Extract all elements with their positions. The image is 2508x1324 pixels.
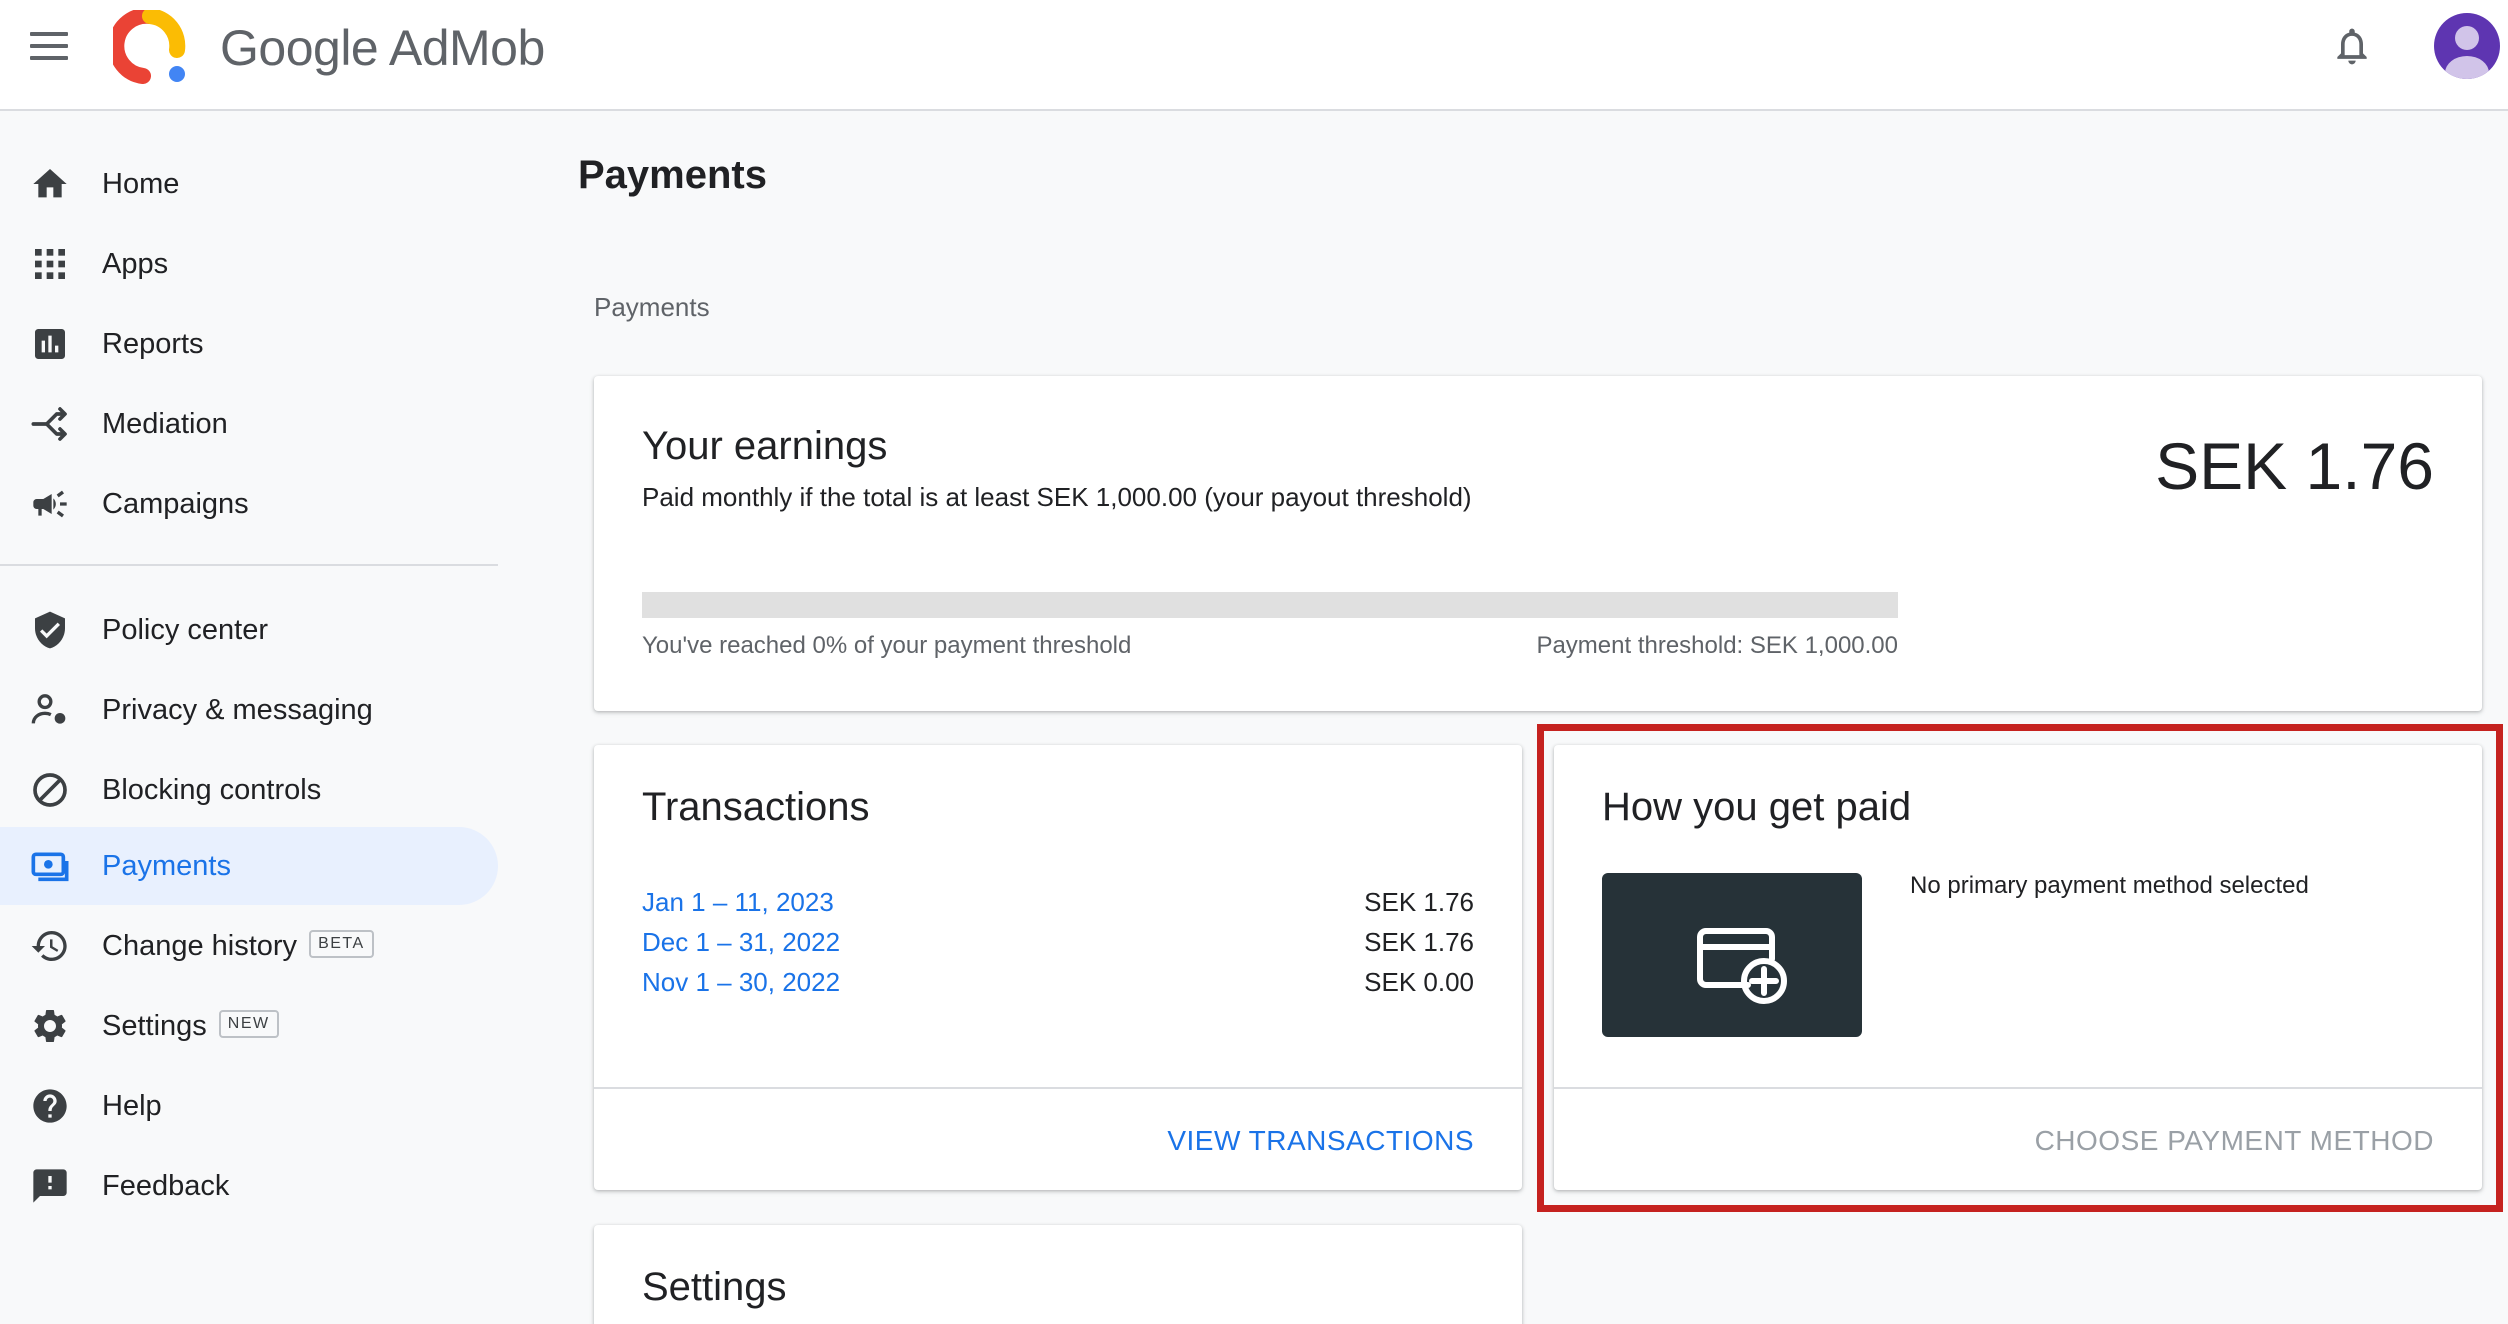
gear-icon — [34, 1010, 66, 1042]
page-title: Payments — [578, 153, 767, 197]
sidebar-item-label: Change history BETA — [102, 907, 374, 985]
transactions-title: Transactions — [642, 785, 870, 829]
sidebar-item-label: Campaigns — [102, 488, 249, 520]
sidebar-item-label: Blocking controls — [102, 774, 322, 806]
sidebar-item-apps[interactable]: Apps — [0, 225, 498, 303]
sidebar-item-campaigns[interactable]: Campaigns — [0, 465, 498, 543]
threshold-progress-text: You've reached 0% of your payment thresh… — [642, 632, 1132, 659]
earnings-title: Your earnings — [642, 424, 888, 468]
payment-method-title: How you get paid — [1602, 785, 1912, 829]
history-icon — [31, 931, 67, 961]
sidebar-item-label: Feedback — [102, 1170, 230, 1202]
payments-icon — [31, 852, 69, 882]
help-icon — [33, 1089, 67, 1123]
new-badge: NEW — [218, 1010, 279, 1039]
sidebar-item-label: Settings NEW — [102, 987, 279, 1065]
notifications-bell-icon[interactable] — [2330, 22, 2374, 70]
feedback-icon — [33, 1169, 67, 1203]
sidebar-item-label: Mediation — [102, 408, 228, 440]
megaphone-icon — [33, 490, 67, 518]
sidebar-item-feedback[interactable]: Feedback — [0, 1147, 498, 1225]
sidebar-item-policy-center[interactable]: Policy center — [0, 591, 498, 669]
sidebar-item-label: Reports — [102, 328, 204, 360]
transaction-row: Dec 1 – 31, 2022 SEK 1.76 — [642, 922, 1474, 962]
shield-check-icon — [35, 611, 65, 649]
sidebar-item-payments[interactable]: Payments — [0, 827, 498, 905]
sidebar-item-label: Apps — [102, 248, 169, 280]
add-payment-method-tile[interactable] — [1602, 873, 1862, 1037]
admob-logo-icon — [113, 10, 186, 84]
earnings-description: Paid monthly if the total is at least SE… — [642, 482, 1472, 512]
sidebar-item-label: Policy center — [102, 614, 269, 646]
add-card-icon — [1697, 928, 1787, 1004]
sidebar-item-privacy-messaging[interactable]: Privacy & messaging — [0, 671, 498, 749]
menu-icon[interactable] — [28, 30, 72, 62]
transaction-amount: SEK 0.00 — [1364, 967, 1474, 997]
settings-card: Settings — [594, 1225, 1522, 1324]
bar-chart-icon — [35, 329, 65, 359]
earnings-card: Your earnings Paid monthly if the total … — [594, 376, 2482, 711]
top-app-bar: Google AdMob — [0, 0, 2508, 111]
brand-name: Google AdMob — [220, 20, 545, 76]
transaction-period-link[interactable]: Dec 1 – 31, 2022 — [642, 922, 840, 962]
sidebar-item-label: Home — [102, 168, 180, 200]
sidebar-item-blocking-controls[interactable]: Blocking controls — [0, 751, 498, 829]
sidebar-item-reports[interactable]: Reports — [0, 305, 498, 383]
apps-grid-icon — [35, 249, 65, 279]
block-icon — [33, 773, 67, 807]
transaction-period-link[interactable]: Jan 1 – 11, 2023 — [642, 882, 834, 922]
sidebar-item-help[interactable]: Help — [0, 1067, 498, 1145]
transaction-period-link[interactable]: Nov 1 – 30, 2022 — [642, 962, 840, 1002]
sidebar-item-home[interactable]: Home — [0, 145, 498, 223]
beta-badge: BETA — [309, 930, 374, 959]
transaction-amount: SEK 1.76 — [1364, 927, 1474, 957]
sidebar-item-label: Help — [102, 1090, 162, 1122]
transactions-card: Transactions Jan 1 – 11, 2023 SEK 1.76 D… — [594, 745, 1522, 1190]
sidebar-item-label: Privacy & messaging — [102, 694, 373, 726]
mediation-icon — [31, 407, 67, 441]
payment-method-card: How you get paid No primary payment meth… — [1554, 745, 2482, 1190]
card-divider — [594, 1087, 1522, 1089]
person-settings-icon — [31, 694, 66, 724]
threshold-progress-bar — [642, 592, 1898, 618]
account-avatar[interactable] — [2434, 13, 2500, 79]
card-divider — [1554, 1087, 2482, 1089]
choose-payment-method-button[interactable]: CHOOSE PAYMENT METHOD — [2035, 1121, 2434, 1161]
payment-method-status: No primary payment method selected — [1910, 872, 2309, 899]
sidebar-item-change-history[interactable]: Change history BETA — [0, 907, 498, 985]
transaction-row: Nov 1 – 30, 2022 SEK 0.00 — [642, 962, 1474, 1002]
sidebar-item-label: Payments — [102, 850, 231, 882]
payment-threshold-text: Payment threshold: SEK 1,000.00 — [1536, 632, 1898, 659]
transaction-row: Jan 1 – 11, 2023 SEK 1.76 — [642, 882, 1474, 922]
settings-card-title: Settings — [642, 1265, 787, 1309]
breadcrumb: Payments — [594, 292, 710, 322]
sidebar-item-mediation[interactable]: Mediation — [0, 385, 498, 463]
sidebar-divider — [0, 564, 498, 566]
transaction-amount: SEK 1.76 — [1364, 887, 1474, 917]
home-icon — [33, 169, 67, 198]
sidebar-item-settings[interactable]: Settings NEW — [0, 987, 498, 1065]
view-transactions-button[interactable]: VIEW TRANSACTIONS — [1167, 1121, 1474, 1161]
earnings-amount: SEK 1.76 — [2155, 429, 2434, 503]
sidebar-nav: Home Apps Reports Mediation Campaigns Po… — [0, 111, 500, 1324]
